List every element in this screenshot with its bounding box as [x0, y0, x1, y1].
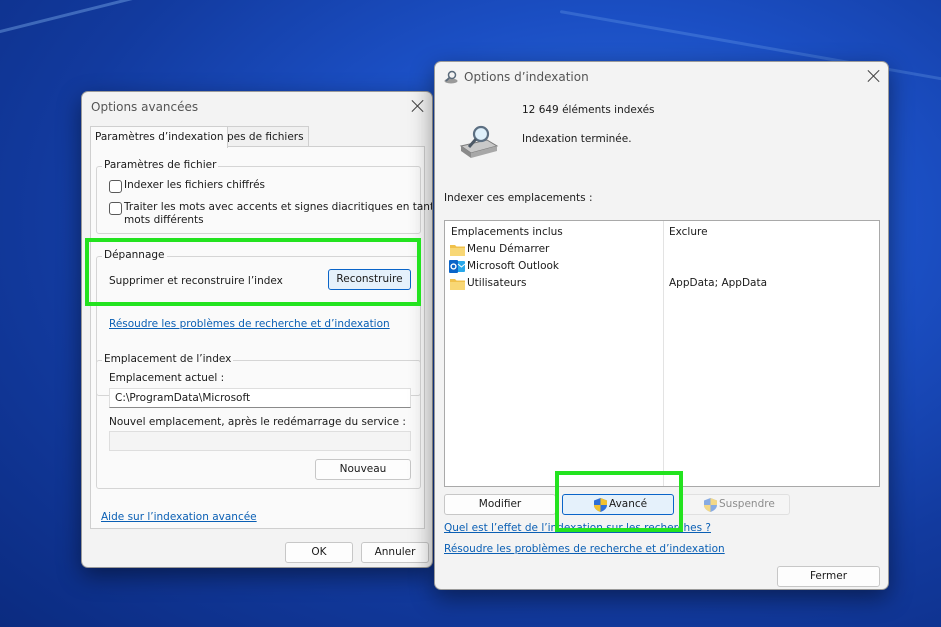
- indexing-options-dialog: Options d’indexation 12 649 éléments ind…: [434, 61, 889, 590]
- file-settings-group: Paramètres de fichier Indexer les fichie…: [96, 159, 432, 234]
- troubleshoot-label: Dépannage: [102, 249, 167, 261]
- advanced-indexing-help-link[interactable]: Aide sur l’indexation avancée: [101, 511, 257, 523]
- cancel-button[interactable]: Annuler: [361, 542, 429, 563]
- new-location-field[interactable]: [109, 431, 411, 451]
- index-location-group: Emplacement de l’index Emplacement actue…: [96, 353, 421, 489]
- shield-icon: [704, 498, 717, 512]
- indexing-options-titlebar: Options d’indexation: [435, 62, 888, 92]
- indexing-effect-link[interactable]: Quel est l’effet de l’indexation sur les…: [444, 522, 711, 534]
- advanced-button-label: Avancé: [609, 498, 648, 510]
- list-item-label: Microsoft Outlook: [467, 260, 560, 272]
- encrypted-files-label: Indexer les fichiers chiffrés: [124, 179, 266, 191]
- troubleshoot-link[interactable]: Résoudre les problèmes de recherche et d…: [444, 543, 725, 555]
- tab-indexing-settings[interactable]: Paramètres d’indexation: [90, 126, 229, 148]
- diacritics-label-line1: Traiter les mots avec accents et signes …: [124, 201, 433, 213]
- rebuild-button[interactable]: Reconstruire: [328, 269, 411, 290]
- folder-icon: [450, 245, 465, 256]
- indexing-options-title: Options d’indexation: [464, 70, 589, 84]
- wallpaper-ray: [0, 0, 465, 43]
- ok-button[interactable]: OK: [285, 542, 353, 563]
- encrypted-files-checkbox[interactable]: [109, 180, 122, 193]
- close-icon[interactable]: [867, 69, 881, 83]
- tab-indexing-settings-label: Paramètres d’indexation: [95, 131, 224, 143]
- indexing-app-icon: [444, 70, 458, 84]
- list-item-label: Utilisateurs: [467, 277, 527, 289]
- indexed-items-count: 12 649 éléments indexés: [522, 104, 655, 116]
- new-location-button[interactable]: Nouveau: [315, 459, 411, 480]
- list-item[interactable]: Microsoft Outlook: [449, 259, 877, 275]
- indexing-status-icon: [459, 125, 499, 158]
- advanced-button[interactable]: Avancé: [562, 494, 674, 515]
- indexing-status-text: Indexation terminée.: [522, 133, 632, 145]
- advanced-options-titlebar: Options avancées: [82, 92, 432, 122]
- outlook-icon: [449, 260, 465, 273]
- list-item-label: Menu Démarrer: [467, 243, 550, 255]
- list-item[interactable]: Menu Démarrer: [449, 242, 877, 258]
- pause-button[interactable]: Suspendre: [680, 494, 790, 515]
- current-location-field[interactable]: C:\ProgramData\Microsoft: [109, 388, 411, 408]
- col-header-exclude[interactable]: Exclure: [669, 226, 708, 238]
- file-settings-label: Paramètres de fichier: [102, 159, 219, 171]
- pause-button-label: Suspendre: [719, 498, 775, 510]
- folder-icon: [450, 279, 465, 290]
- tab-file-types-label: Types de fichiers: [216, 131, 304, 143]
- close-button[interactable]: Fermer: [777, 566, 880, 587]
- advanced-options-title: Options avancées: [91, 100, 199, 114]
- current-location-label: Emplacement actuel :: [109, 372, 225, 384]
- advanced-options-dialog: Options avancées Paramètres d’indexation…: [81, 91, 433, 568]
- rebuild-index-text: Supprimer et reconstruire l’index: [109, 275, 283, 287]
- list-item[interactable]: Utilisateurs AppData; AppData: [449, 276, 877, 292]
- index-location-label: Emplacement de l’index: [102, 353, 234, 365]
- troubleshoot-link[interactable]: Résoudre les problèmes de recherche et d…: [109, 318, 390, 330]
- diacritics-label-line2: mots différents: [124, 214, 204, 226]
- new-location-label: Nouvel emplacement, après le redémarrage…: [109, 416, 406, 428]
- shield-icon: [594, 498, 607, 512]
- diacritics-checkbox[interactable]: [109, 202, 122, 215]
- locations-list[interactable]: Emplacements inclus Exclure Menu Démarre…: [444, 220, 880, 487]
- close-icon[interactable]: [411, 99, 425, 113]
- col-header-included[interactable]: Emplacements inclus: [451, 226, 563, 238]
- indexing-settings-panel: Paramètres de fichier Indexer les fichie…: [90, 146, 432, 529]
- locations-label: Indexer ces emplacements :: [444, 192, 593, 204]
- modify-button[interactable]: Modifier: [444, 494, 556, 515]
- list-item-exclude: AppData; AppData: [669, 277, 768, 289]
